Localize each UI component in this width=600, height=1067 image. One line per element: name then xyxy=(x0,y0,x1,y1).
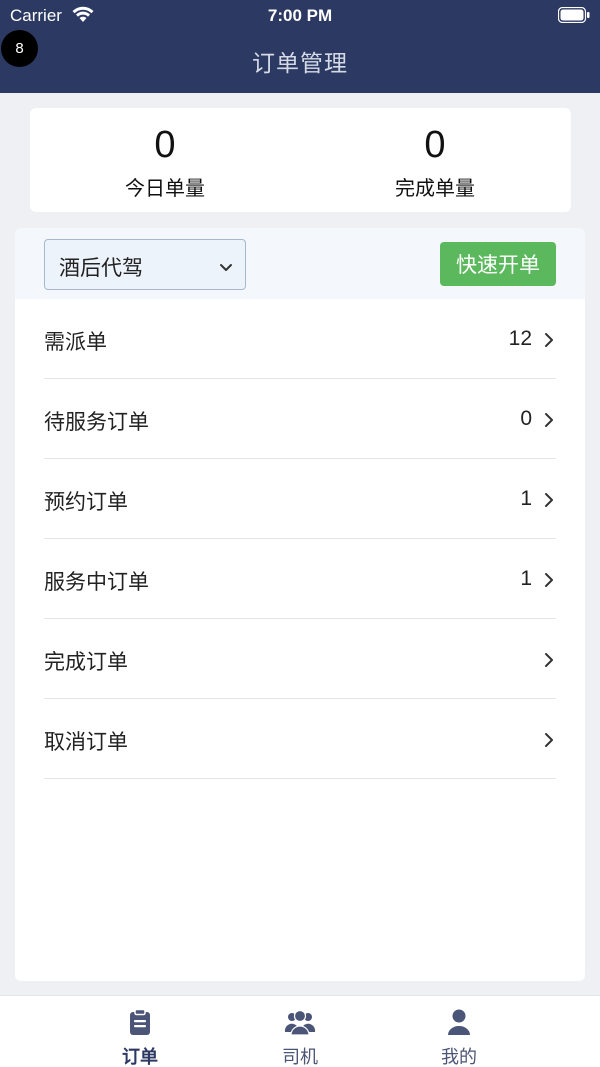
order-row-pending-dispatch[interactable]: 需派单 12 xyxy=(44,299,556,379)
chevron-right-icon xyxy=(544,412,554,432)
chevron-right-icon xyxy=(544,652,554,672)
battery-icon xyxy=(557,6,590,24)
page-title: 订单管理 xyxy=(252,51,348,77)
order-row-label: 服务中订单 xyxy=(44,570,149,594)
chevron-right-icon xyxy=(544,492,554,512)
stat-value: 0 xyxy=(424,124,446,166)
tab-label: 司机 xyxy=(282,1047,318,1067)
order-row-label: 需派单 xyxy=(44,330,107,354)
orders-panel: 酒后代驾 快速开单 需派单 12 待服务订单 0 预约订单 1 服务中订单 1 … xyxy=(15,228,585,981)
app-header: Carrier 7:00 PM 8 订单管理 xyxy=(0,0,600,93)
status-bar: Carrier 7:00 PM xyxy=(0,0,600,32)
stat-completed-orders: 0 完成单量 xyxy=(335,124,535,201)
order-row-label: 预约订单 xyxy=(44,490,128,514)
order-row-in-service[interactable]: 服务中订单 1 xyxy=(44,539,556,619)
order-row-count: 1 xyxy=(520,487,532,510)
status-time: 7:00 PM xyxy=(267,6,333,25)
orders-toolbar: 酒后代驾 快速开单 xyxy=(15,228,585,299)
order-row-awaiting-service[interactable]: 待服务订单 0 xyxy=(44,379,556,459)
stat-label: 今日单量 xyxy=(125,176,205,200)
order-row-count: 1 xyxy=(520,567,532,590)
tab-drivers[interactable]: 司机 xyxy=(250,1008,350,1067)
order-row-reserved[interactable]: 预约订单 1 xyxy=(44,459,556,539)
chevron-right-icon xyxy=(544,572,554,592)
order-row-completed[interactable]: 完成订单 xyxy=(44,619,556,699)
quick-order-button[interactable]: 快速开单 xyxy=(440,242,556,286)
tab-label: 我的 xyxy=(441,1047,477,1067)
order-row-label: 待服务订单 xyxy=(44,410,149,434)
user-icon xyxy=(409,1008,509,1040)
tab-orders[interactable]: 订单 xyxy=(90,1008,190,1067)
service-type-value: 酒后代驾 xyxy=(59,256,143,280)
tab-label: 订单 xyxy=(122,1047,158,1067)
service-type-select[interactable]: 酒后代驾 xyxy=(44,239,246,290)
chevron-right-icon xyxy=(544,332,554,352)
order-status-list: 需派单 12 待服务订单 0 预约订单 1 服务中订单 1 完成订单 取消订单 xyxy=(44,299,556,779)
users-icon xyxy=(250,1008,350,1040)
order-row-count: 0 xyxy=(520,407,532,430)
stats-card: 0 今日单量 0 完成单量 xyxy=(30,108,571,212)
tab-profile[interactable]: 我的 xyxy=(409,1008,509,1067)
stat-today-orders: 0 今日单量 xyxy=(65,124,265,201)
order-row-label: 取消订单 xyxy=(44,730,128,754)
chevron-right-icon xyxy=(544,732,554,752)
clipboard-icon xyxy=(90,1008,190,1040)
bottom-tab-bar: 订单 司机 我的 xyxy=(0,995,600,1067)
stat-value: 0 xyxy=(154,124,176,166)
order-row-cancelled[interactable]: 取消订单 xyxy=(44,699,556,779)
order-row-count: 12 xyxy=(508,327,532,350)
chevron-down-icon xyxy=(219,258,233,277)
stat-label: 完成单量 xyxy=(395,176,475,200)
order-row-label: 完成订单 xyxy=(44,650,128,674)
